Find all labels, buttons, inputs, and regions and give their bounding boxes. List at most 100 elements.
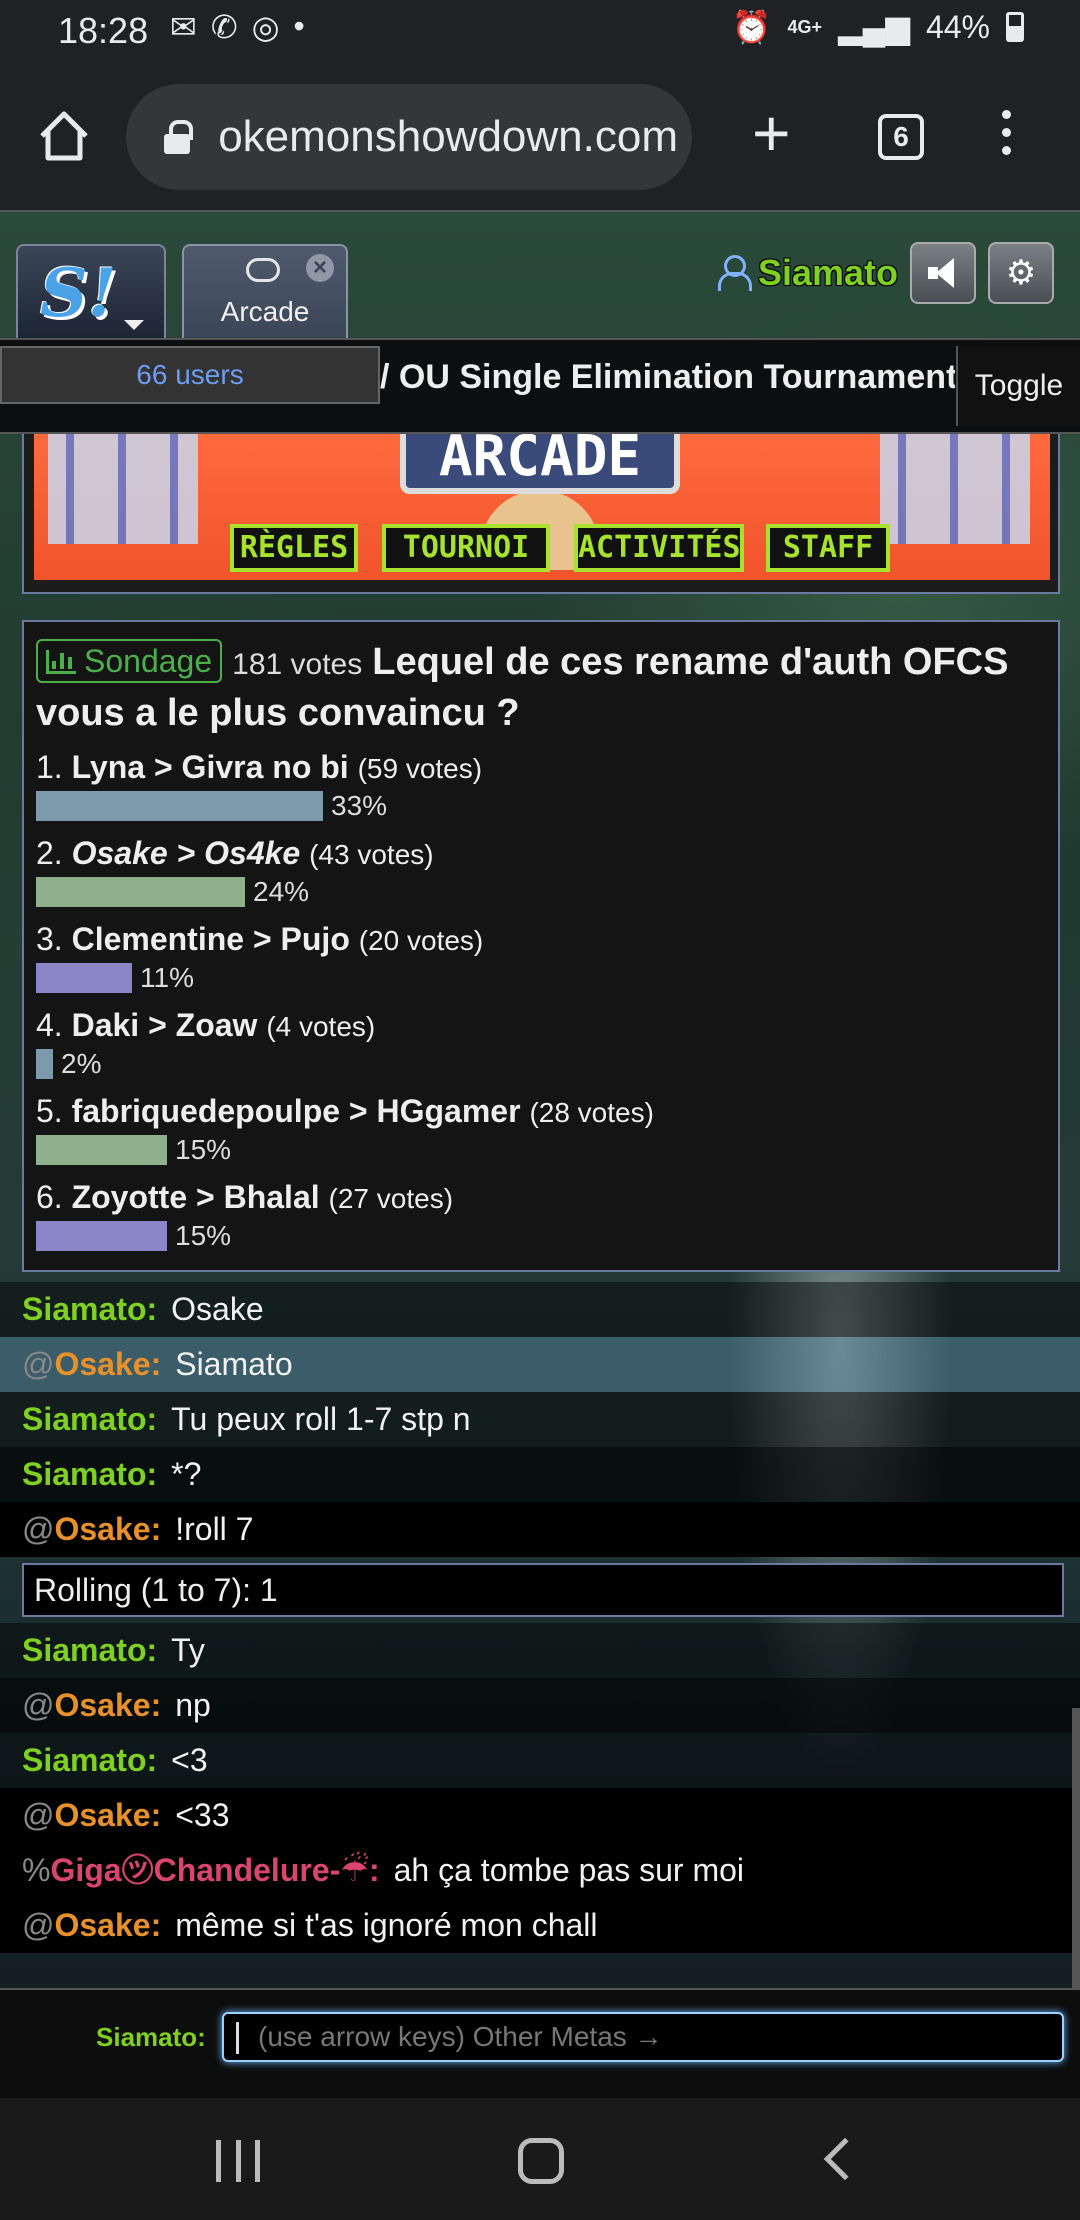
chat-message: Siamato: Ty (0, 1623, 1080, 1678)
gear-icon: ⚙ (1005, 254, 1037, 292)
tournament-title: / OU Single Elimination Tournament (380, 358, 955, 396)
poll-option-text: fabriquedepoulpe > HGgamer (71, 1093, 521, 1129)
arcade-banner: ARCADE RÈGLES TOURNOI ACTIVITÉS STAFF (34, 434, 1050, 580)
poll-option[interactable]: 3. Clementine > Pujo (20 votes) (36, 919, 1046, 961)
poll-option-votes: (43 votes) (309, 839, 434, 870)
chat-username[interactable]: Siamato (22, 1632, 146, 1668)
poll-option[interactable]: 5. fabriquedepoulpe > HGgamer (28 votes) (36, 1091, 1046, 1133)
userlist-button[interactable]: 66 users (0, 346, 380, 404)
chat-username[interactable]: Siamato (22, 1291, 146, 1327)
poll-result-percent: 24% (253, 876, 310, 907)
poll: Sondage 181 votes Lequel de ces rename d… (22, 620, 1060, 1272)
recents-icon[interactable] (216, 2140, 260, 2182)
tab-arcade[interactable]: × Arcade (182, 244, 348, 340)
poll-result-bar (36, 791, 323, 821)
dot-icon: • (293, 8, 305, 44)
chat-username[interactable]: Osake (54, 1511, 150, 1547)
chat-username[interactable]: Osake (54, 1346, 150, 1382)
new-tab-button[interactable]: + (752, 100, 791, 166)
main-menu-tab[interactable]: S! (16, 244, 166, 340)
poll-option[interactable]: 1. Lyna > Givra no bi (59 votes) (36, 747, 1046, 789)
poll-option[interactable]: 4. Daki > Zoaw (4 votes) (36, 1005, 1046, 1047)
toggle-button[interactable]: Toggle (956, 346, 1080, 426)
back-icon[interactable] (823, 2137, 867, 2181)
activites-button[interactable]: ACTIVITÉS (574, 524, 744, 572)
chat-colon: : (150, 1907, 162, 1943)
chat-username[interactable]: Osake (54, 1797, 150, 1833)
chat-text: même si t'as ignoré mon chall (175, 1907, 598, 1943)
chat-input[interactable]: (use arrow keys) Other Metas → (222, 2012, 1064, 2062)
signal-icon: ▂▄▆ (838, 9, 910, 45)
tab-switcher-button[interactable]: 6 (878, 114, 924, 160)
poll-option-votes: (28 votes) (529, 1097, 654, 1128)
user-icon (717, 255, 752, 291)
showdown-page: S! × Arcade Siamato ⚙ 66 users / OU Sing… (0, 210, 1080, 2098)
chat-text: !roll 7 (175, 1511, 254, 1547)
poll-option-text: Zoyotte > Bhalal (71, 1179, 320, 1215)
chat-text: <33 (175, 1797, 230, 1833)
close-icon[interactable]: × (306, 254, 334, 282)
chat-username[interactable]: Giga㋡Chandelure-☔ (50, 1852, 369, 1888)
chat-colon: : (150, 1346, 162, 1382)
chat-text: Tu peux roll 1-7 stp n (171, 1401, 471, 1437)
network-type: 4G+ (787, 16, 823, 37)
chat-username[interactable]: Osake (54, 1907, 150, 1943)
chat-username[interactable]: Siamato (22, 1742, 146, 1778)
chat-text: <3 (171, 1742, 208, 1778)
chat-rank: @ (22, 1797, 55, 1833)
poll-option-votes: (4 votes) (266, 1011, 376, 1042)
bar-chart-icon (46, 650, 76, 674)
poll-result-bar (36, 963, 132, 993)
user-area: Siamato ⚙ (717, 242, 1054, 304)
home-icon[interactable] (36, 108, 92, 164)
chat-username[interactable]: Osake (54, 1687, 150, 1723)
chat-username[interactable]: Siamato (22, 1401, 146, 1437)
chat-scrollbar[interactable] (1072, 1708, 1080, 1988)
chat-log: Siamato: Osake @Osake: Siamato Siamato: Tu pe… (0, 1282, 1080, 1953)
status-bar: 18:28 ✉ ✆ ◎ • ⏰ 4G+ ▂▄▆ 44% (0, 0, 1080, 64)
chat-colon: : (146, 1456, 158, 1492)
tournoi-button[interactable]: TOURNOI (382, 524, 550, 572)
poll-option-number: 4. (36, 1007, 63, 1043)
poll-result-percent: 33% (331, 790, 388, 821)
chat-text: Siamato (175, 1346, 293, 1382)
url-bar[interactable]: pokemonshowdown.com (126, 84, 692, 190)
chat-rank: % (22, 1852, 51, 1888)
poll-option-text: Daki > Zoaw (71, 1007, 258, 1043)
poll-option-text: Clementine > Pujo (71, 921, 350, 957)
poll-option-number: 5. (36, 1093, 63, 1129)
more-menu-icon[interactable] (996, 110, 1016, 166)
poll-result-percent: 15% (175, 1134, 232, 1165)
chat-message: @Osake: même si t'as ignoré mon chall (0, 1898, 1080, 1953)
chat-message: %Giga㋡Chandelure-☔: ah ça tombe pas sur m… (0, 1843, 1080, 1898)
chat-text: np (175, 1687, 211, 1723)
poll-result-row: 15% (36, 1219, 1046, 1253)
lock-icon (164, 120, 193, 154)
chat-input-placeholder: (use arrow keys) Other Metas → (258, 2021, 663, 2052)
staff-button[interactable]: STAFF (766, 524, 890, 572)
chat-username[interactable]: Siamato (22, 1456, 146, 1492)
text-caret (236, 2022, 239, 2054)
showdown-header: S! × Arcade Siamato ⚙ (0, 210, 1080, 340)
username[interactable]: Siamato (758, 252, 898, 294)
sound-button[interactable] (910, 242, 976, 304)
poll-total-votes: 181 votes (232, 648, 363, 681)
poll-result-row: 24% (36, 875, 1046, 909)
regles-button[interactable]: RÈGLES (230, 524, 358, 572)
poll-option[interactable]: 2. Osake > Os4ke (43 votes) (36, 833, 1046, 875)
home-nav-icon[interactable] (518, 2138, 564, 2184)
settings-button[interactable]: ⚙ (988, 242, 1054, 304)
poll-option[interactable]: 6. Zoyotte > Bhalal (27 votes) (36, 1177, 1046, 1219)
arcade-logo: ARCADE (400, 434, 680, 494)
poll-option-number: 2. (36, 835, 63, 871)
showdown-logo: S! (40, 254, 117, 332)
poll-header: Sondage 181 votes Lequel de ces rename d… (36, 638, 1046, 737)
url-text[interactable]: pokemonshowdown.com (218, 112, 678, 162)
chat-text: *? (171, 1456, 202, 1492)
poll-result-row: 33% (36, 789, 1046, 823)
email-icon: ✉ (170, 9, 197, 45)
arcade-banner-box: ARCADE RÈGLES TOURNOI ACTIVITÉS STAFF (22, 434, 1060, 594)
poll-option-votes: (20 votes) (358, 925, 484, 956)
instagram-icon: ◎ (251, 9, 280, 45)
poll-badge-label: Sondage (84, 643, 213, 679)
